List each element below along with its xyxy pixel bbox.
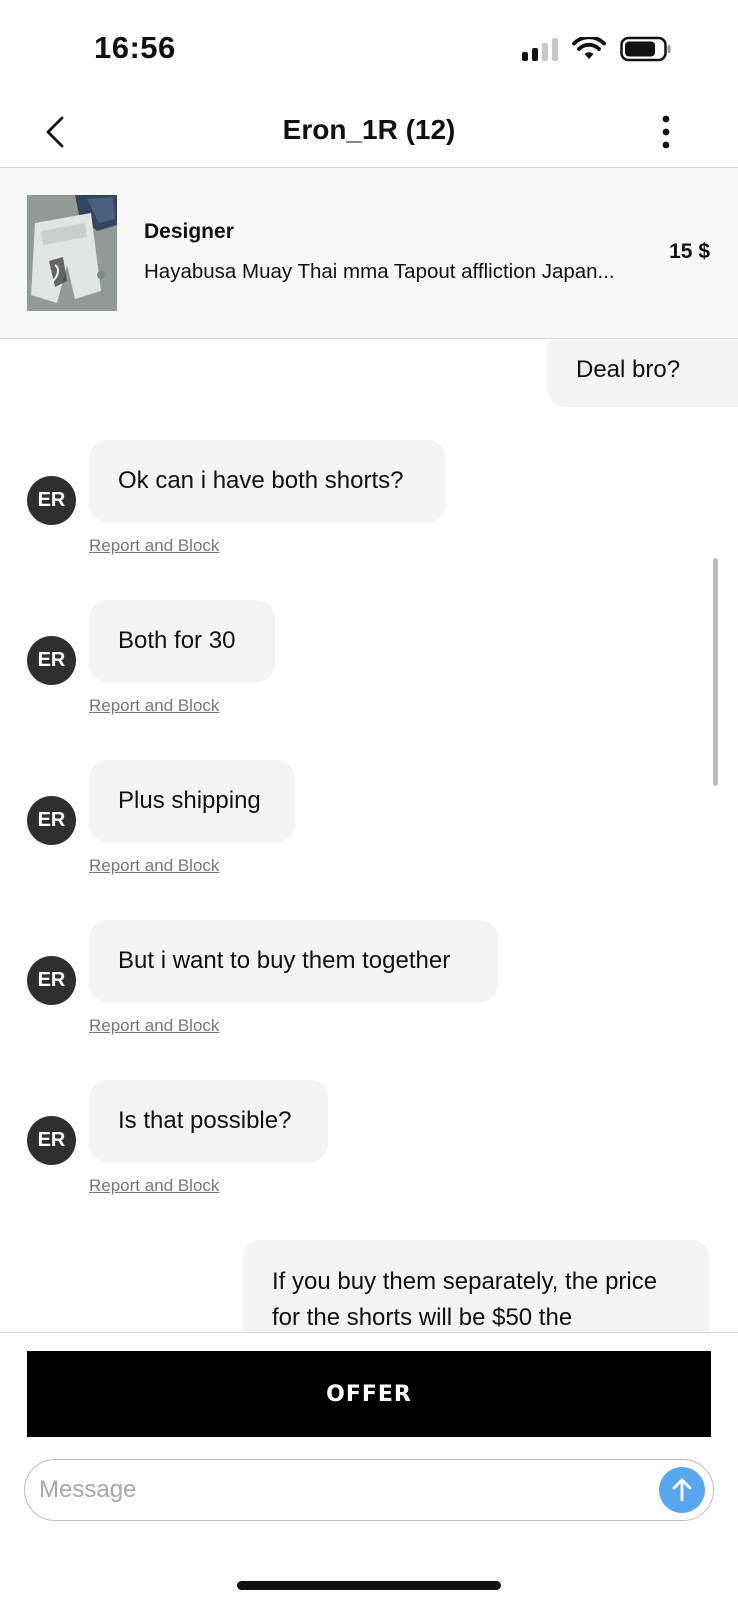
message-field	[24, 1459, 714, 1521]
home-indicator[interactable]	[237, 1581, 501, 1590]
message-bubble-received: But i want to buy them together	[89, 920, 498, 1002]
chat-header: Eron_1R (12)	[0, 100, 738, 168]
signal-bars-icon	[522, 37, 558, 61]
wifi-icon	[572, 37, 606, 59]
status-bar: 16:56	[0, 0, 738, 100]
message-bubble-sent: Deal bro?	[547, 340, 738, 407]
message-list[interactable]: Deal bro? Ok can i have both shorts? ER …	[0, 340, 738, 1332]
scrollbar[interactable]	[713, 558, 718, 786]
product-brand: Designer	[144, 220, 234, 243]
message-bubble-received: Is that possible?	[89, 1080, 328, 1162]
product-price: 15 $	[669, 240, 710, 263]
status-icons	[522, 36, 672, 62]
product-name: Hayabusa Muay Thai mma Tapout affliction…	[144, 260, 615, 283]
avatar[interactable]: ER	[27, 796, 76, 845]
avatar[interactable]: ER	[27, 1116, 76, 1165]
composer: OFFER	[0, 1332, 738, 1600]
offer-button[interactable]: OFFER	[27, 1351, 711, 1437]
message-input[interactable]	[39, 1468, 639, 1512]
avatar[interactable]: ER	[27, 636, 76, 685]
vertical-dots-icon[interactable]	[654, 112, 678, 152]
product-thumbnail	[27, 195, 117, 311]
message-bubble-received: Both for 30	[89, 600, 275, 682]
report-and-block-link[interactable]: Report and Block	[89, 536, 219, 556]
avatar[interactable]: ER	[27, 956, 76, 1005]
message-bubble-received: Plus shipping	[89, 760, 295, 842]
send-button[interactable]	[659, 1467, 705, 1513]
avatar[interactable]: ER	[27, 476, 76, 525]
status-time: 16:56	[94, 30, 176, 65]
battery-icon	[620, 36, 671, 62]
report-and-block-link[interactable]: Report and Block	[89, 1176, 219, 1196]
product-card[interactable]: Designer Hayabusa Muay Thai mma Tapout a…	[0, 168, 738, 339]
message-bubble-received: Ok can i have both shorts?	[89, 440, 446, 522]
report-and-block-link[interactable]: Report and Block	[89, 856, 219, 876]
message-bubble-sent: If you buy them separately, the price fo…	[243, 1240, 710, 1332]
page-title: Eron_1R (12)	[282, 114, 456, 145]
report-and-block-link[interactable]: Report and Block	[89, 696, 219, 716]
report-and-block-link[interactable]: Report and Block	[89, 1016, 219, 1036]
arrow-up-icon	[672, 1478, 692, 1502]
